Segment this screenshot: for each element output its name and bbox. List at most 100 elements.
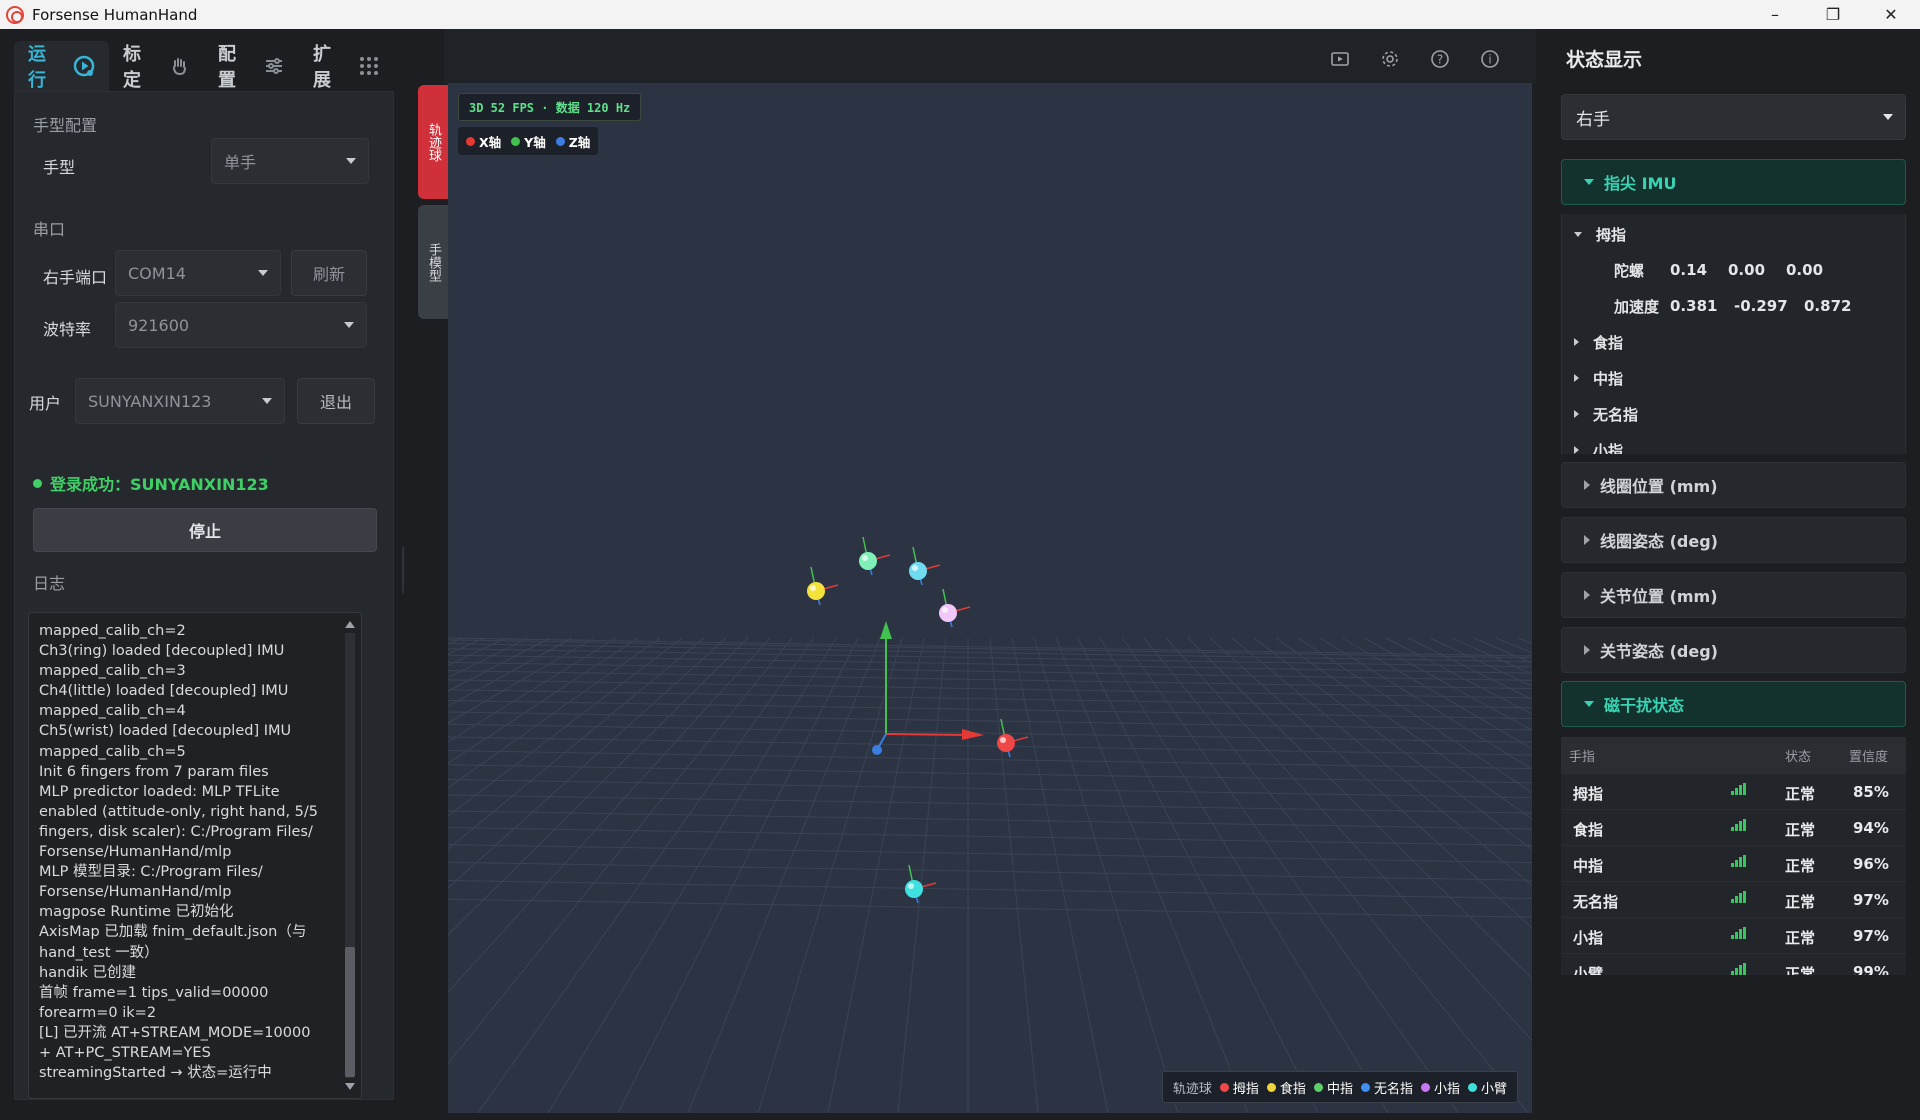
mag-finger: 小臂	[1573, 965, 1604, 975]
status-dot-icon	[33, 478, 42, 488]
trackball-legend-item: 食指	[1266, 1078, 1306, 1097]
tab-run[interactable]: 运行	[14, 41, 109, 91]
svg-text:i: i	[1488, 53, 1491, 67]
chevron-down-icon	[258, 270, 268, 276]
triangle-right-icon	[1584, 535, 1590, 545]
mag-confidence: 97%	[1853, 891, 1889, 909]
table-row: 食指 正常 94%	[1561, 809, 1906, 845]
hand-select[interactable]: 右手	[1561, 94, 1906, 140]
log-scrollbar[interactable]	[343, 617, 357, 1094]
gyro-label: 陀螺	[1614, 261, 1645, 280]
record-icon[interactable]	[1330, 49, 1350, 69]
app-logo-icon	[6, 5, 24, 24]
tree-item-thumb[interactable]: 拇指	[1562, 216, 1905, 252]
refresh-button[interactable]: 刷新	[291, 250, 367, 296]
port-value: COM14	[128, 263, 186, 283]
legend-dot-icon	[1420, 1082, 1430, 1092]
accel-x: 0.381	[1670, 297, 1718, 315]
gear-icon[interactable]	[1380, 49, 1400, 69]
triangle-right-icon	[1584, 590, 1590, 600]
imu-tree: 拇指 陀螺 0.14 0.00 0.00 加速度 0.381 -0.297 0.…	[1561, 214, 1906, 454]
legend-dot-icon	[1219, 1082, 1229, 1092]
hand-type-select[interactable]: 单手	[211, 138, 369, 184]
mag-finger: 小指	[1573, 929, 1604, 947]
coil-position-section[interactable]: 线圈位置 (mm)	[1561, 462, 1906, 508]
table-row: 无名指 正常 97%	[1561, 881, 1906, 917]
help-icon[interactable]: ?	[1430, 49, 1450, 69]
mag-status-table: 手指 状态 置信度 拇指 正常 85% 食指 正常 94% 中指 正常 96% 无名指 正常 97% 小…	[1561, 737, 1906, 975]
minimize-button[interactable]: –	[1746, 0, 1804, 29]
log-text: mapped_calib_ch=2 Ch3(ring) loaded [deco…	[39, 623, 318, 1082]
tab-extend-label: 扩展	[313, 44, 331, 91]
hand-icon	[168, 55, 190, 77]
tab-extend[interactable]: 扩展	[299, 41, 394, 91]
user-label: 用户	[29, 394, 62, 413]
triangle-down-icon	[1584, 701, 1594, 707]
signal-bars-icon	[1731, 963, 1747, 975]
window-title: Forsense HumanHand	[32, 5, 198, 24]
mag-confidence: 99%	[1853, 963, 1889, 975]
tree-item-middle[interactable]: 中指	[1562, 360, 1905, 396]
tab-hand-model[interactable]: 手模型	[418, 205, 448, 319]
joint-attitude-section[interactable]: 关节姿态 (deg)	[1561, 627, 1906, 673]
grid-icon	[358, 55, 380, 77]
signal-bars-icon	[1731, 783, 1747, 795]
trackball-legend: 轨迹球 拇指 食指 中指 无名指 小指 小臂	[1161, 1071, 1518, 1103]
mag-state: 正常	[1785, 785, 1816, 803]
tab-calibrate[interactable]: 标定	[109, 41, 204, 91]
axis-legend-item: Y轴	[511, 132, 546, 151]
chevron-down-icon	[344, 322, 354, 328]
mag-section-header[interactable]: 磁干扰状态	[1561, 681, 1906, 727]
tree-item-ring[interactable]: 无名指	[1562, 396, 1905, 432]
hand-type-value: 单手	[224, 153, 257, 172]
mag-state: 正常	[1785, 857, 1816, 875]
mag-finger: 中指	[1573, 857, 1604, 875]
section-label: 关节姿态 (deg)	[1600, 642, 1718, 661]
restore-button[interactable]: ❐	[1804, 0, 1862, 29]
tab-trackball[interactable]: 轨迹球	[418, 85, 448, 199]
baud-select[interactable]: 921600	[115, 302, 367, 348]
scroll-up-icon[interactable]	[345, 621, 355, 628]
tree-item-little[interactable]: 小指	[1562, 432, 1905, 455]
mag-table-header: 手指 状态 置信度	[1561, 737, 1906, 773]
signal-bars-icon	[1731, 855, 1747, 867]
scroll-thumb[interactable]	[345, 947, 355, 1077]
col-confidence: 置信度	[1849, 750, 1889, 765]
tree-item-index[interactable]: 食指	[1562, 324, 1905, 360]
restore-icon: ❐	[1825, 5, 1841, 24]
col-state: 状态	[1785, 750, 1812, 765]
tree-item-label: 无名指	[1593, 405, 1639, 424]
tab-config[interactable]: 配置	[204, 41, 299, 91]
port-select[interactable]: COM14	[115, 250, 281, 296]
logout-button[interactable]: 退出	[297, 378, 375, 424]
3d-viewport[interactable]: 3D 52 FPS · 数据 120 Hz X轴 Y轴 Z轴 轨迹球 拇指 食指 中指 无…	[448, 83, 1532, 1113]
viewport-area: ? i 轨迹球 手模型 3D 52 FPS · 数据 120 Hz X轴 Y轴 Z轴	[404, 29, 1536, 1120]
imu-section-header[interactable]: 指尖 IMU	[1561, 159, 1906, 205]
chevron-down-icon	[1883, 114, 1893, 120]
accel-label: 加速度	[1614, 297, 1660, 316]
table-row: 小指 正常 97%	[1561, 917, 1906, 953]
legend-dot-icon	[466, 136, 475, 146]
joint-position-section[interactable]: 关节位置 (mm)	[1561, 572, 1906, 618]
scroll-down-icon[interactable]	[345, 1083, 355, 1090]
stop-button[interactable]: 停止	[33, 508, 377, 552]
close-button[interactable]: ✕	[1862, 0, 1920, 29]
info-icon[interactable]: i	[1480, 49, 1500, 69]
trackball-legend-item: 中指	[1313, 1078, 1353, 1097]
trackball-legend-label: 食指	[1279, 1081, 1306, 1097]
axis-legend-label: Y轴	[524, 134, 546, 150]
signal-bars-icon	[1731, 927, 1747, 939]
gyro-z: 0.00	[1786, 261, 1824, 279]
trackball-legend-label: 小臂	[1480, 1081, 1507, 1097]
triangle-down-icon	[1584, 179, 1594, 185]
accel-y: -0.297	[1734, 297, 1788, 315]
trackball-legend-item: 小指	[1420, 1078, 1460, 1097]
mag-confidence: 97%	[1853, 927, 1889, 945]
play-circle-icon	[73, 55, 95, 77]
coil-attitude-section[interactable]: 线圈姿态 (deg)	[1561, 517, 1906, 563]
user-select[interactable]: SUNYANXIN123	[75, 378, 285, 424]
mag-state: 正常	[1785, 965, 1816, 975]
log-area[interactable]: mapped_calib_ch=2 Ch3(ring) loaded [deco…	[28, 612, 362, 1099]
tree-item-label: 小指	[1593, 441, 1624, 455]
gyro-y: 0.00	[1728, 261, 1766, 279]
